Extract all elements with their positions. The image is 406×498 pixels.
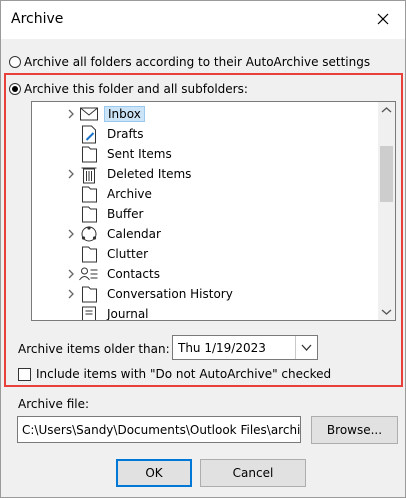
older-than-label: Archive items older than: xyxy=(18,342,170,356)
inbox-icon xyxy=(80,107,98,121)
archive-dialog: Archive Archive all folders according to… xyxy=(0,0,406,498)
trash-icon xyxy=(81,167,97,184)
journal-icon xyxy=(82,306,96,320)
folder-label: Deleted Items xyxy=(107,167,192,181)
folder-label: Journal xyxy=(107,307,149,321)
folder-label: Contacts xyxy=(107,267,160,281)
chevron-right-icon[interactable] xyxy=(66,109,76,119)
calendar-icon xyxy=(81,226,97,242)
folder-tree[interactable]: Inbox Drafts Sent Items Deleted Items Archiv… xyxy=(31,101,396,321)
folder-icon xyxy=(82,186,97,203)
include-checkbox[interactable] xyxy=(18,368,31,381)
title-bar: Archive xyxy=(1,1,405,39)
older-than-value: Thu 1/19/2023 xyxy=(178,341,266,355)
chevron-down-icon xyxy=(301,344,312,351)
chevron-right-icon[interactable] xyxy=(66,169,76,179)
archive-this-radio[interactable] xyxy=(9,83,21,95)
contacts-icon xyxy=(79,267,98,281)
folder-label: Drafts xyxy=(107,127,144,141)
archive-file-label: Archive file: xyxy=(18,397,90,411)
archive-all-radio[interactable] xyxy=(9,56,21,68)
folder-icon xyxy=(82,246,97,263)
scroll-up-icon[interactable] xyxy=(378,102,395,119)
folder-label: Inbox xyxy=(104,106,145,122)
chevron-right-icon[interactable] xyxy=(66,269,76,279)
archive-all-option[interactable]: Archive all folders according to their A… xyxy=(9,55,370,69)
archive-file-value: C:\Users\Sandy\Documents\Outlook Files\a… xyxy=(22,423,301,437)
scroll-thumb[interactable] xyxy=(380,146,393,202)
folder-label: Conversation History xyxy=(107,287,233,301)
close-icon[interactable] xyxy=(373,9,393,29)
older-than-dropdown[interactable]: Thu 1/19/2023 xyxy=(172,335,318,360)
archive-this-option[interactable]: Archive this folder and all subfolders: xyxy=(9,82,248,96)
browse-button[interactable]: Browse... xyxy=(311,416,398,444)
folder-icon xyxy=(82,146,97,163)
folder-label: Clutter xyxy=(107,247,149,261)
archive-file-input[interactable]: C:\Users\Sandy\Documents\Outlook Files\a… xyxy=(17,416,301,443)
folder-label: Buffer xyxy=(107,207,144,221)
scroll-down-icon[interactable] xyxy=(378,303,395,320)
ok-button[interactable]: OK xyxy=(116,459,192,487)
folder-label: Archive xyxy=(107,187,152,201)
folder-label: Calendar xyxy=(107,227,161,241)
archive-this-label: Archive this folder and all subfolders: xyxy=(24,82,248,96)
cancel-button[interactable]: Cancel xyxy=(200,459,306,487)
folder-label: Sent Items xyxy=(107,147,172,161)
date-dropdown-button[interactable] xyxy=(295,336,317,359)
chevron-right-icon[interactable] xyxy=(66,289,76,299)
folder-icon xyxy=(82,206,97,223)
folder-icon xyxy=(82,286,97,303)
drafts-icon xyxy=(82,125,96,144)
include-label: Include items with "Do not AutoArchive" … xyxy=(36,367,332,381)
archive-all-label: Archive all folders according to their A… xyxy=(24,55,371,69)
chevron-right-icon[interactable] xyxy=(66,229,76,239)
tree-scrollbar[interactable] xyxy=(378,102,395,320)
window-title: Archive xyxy=(11,11,64,27)
